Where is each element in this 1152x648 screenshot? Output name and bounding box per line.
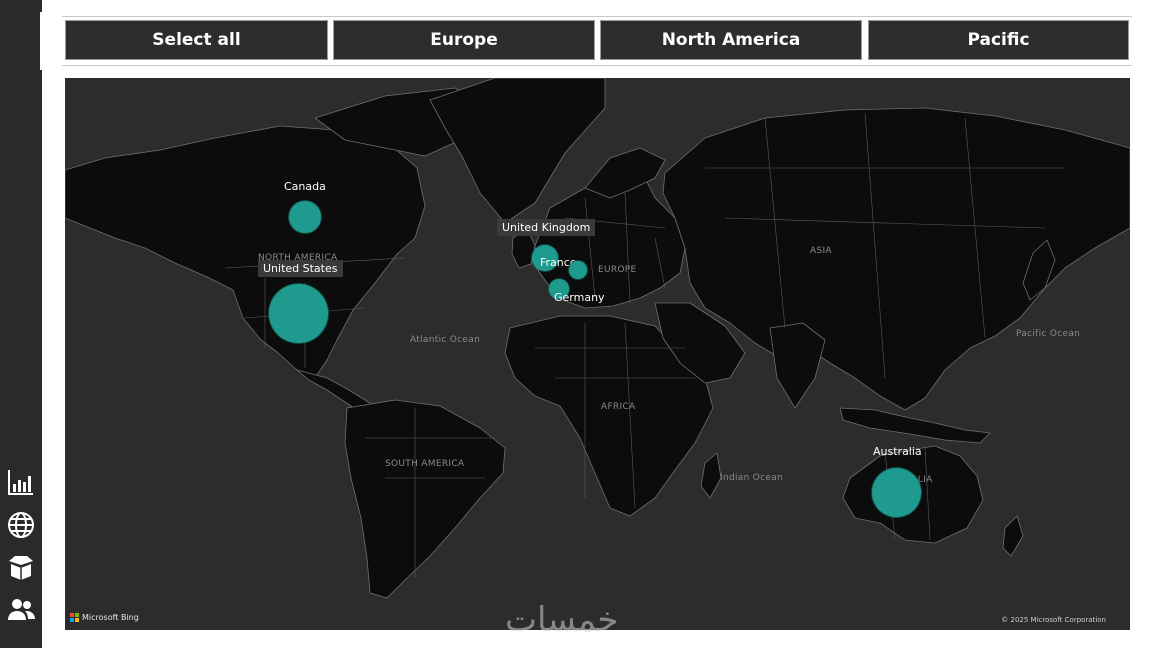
bing-attribution-text: Microsoft Bing (82, 613, 139, 622)
bubble-germany[interactable] (569, 261, 587, 279)
region-label-south-america: SOUTH AMERICA (385, 459, 465, 469)
bar-chart-icon[interactable] (5, 466, 37, 498)
slicer-button-pacific[interactable]: Pacific (868, 20, 1129, 60)
bubble-label-united-states: United States (258, 260, 343, 277)
region-slicer: Select all Europe North America Pacific (62, 16, 1132, 66)
ocean-label-indian: Indian Ocean (720, 473, 784, 483)
nav-rail (0, 0, 42, 648)
box-icon[interactable] (5, 551, 37, 583)
globe-icon[interactable] (5, 509, 37, 541)
bubble-canada[interactable] (289, 201, 321, 233)
bubble-label-australia: Australia (873, 445, 922, 458)
region-label-europe: EUROPE (598, 265, 637, 275)
slicer-button-europe[interactable]: Europe (333, 20, 595, 60)
ocean-label-pacific: Pacific Ocean (1016, 329, 1081, 339)
ocean-label-atlantic: Atlantic Ocean (410, 335, 481, 345)
slicer-button-north-america[interactable]: North America (600, 20, 862, 60)
bubble-map[interactable]: NORTH AMERICA EUROPE ASIA AFRICA SOUTH A… (65, 78, 1130, 630)
bing-attribution: Microsoft Bing (70, 613, 139, 622)
bubble-label-canada: Canada (284, 180, 326, 193)
slicer-button-select-all[interactable]: Select all (65, 20, 328, 60)
world-basemap (65, 78, 1130, 599)
bubble-australia[interactable] (872, 468, 921, 517)
region-label-asia: ASIA (810, 246, 832, 256)
users-icon[interactable] (5, 594, 37, 626)
bubble-united-states[interactable] (269, 284, 328, 343)
rail-notch (40, 12, 46, 70)
microsoft-logo-icon (70, 613, 79, 622)
watermark: خمسات (505, 600, 619, 640)
region-label-africa: AFRICA (601, 402, 636, 412)
bubble-label-germany: Germany (554, 291, 605, 304)
bubble-label-united-kingdom: United Kingdom (497, 219, 596, 236)
map-copyright: © 2025 Microsoft Corporation (1001, 616, 1106, 624)
